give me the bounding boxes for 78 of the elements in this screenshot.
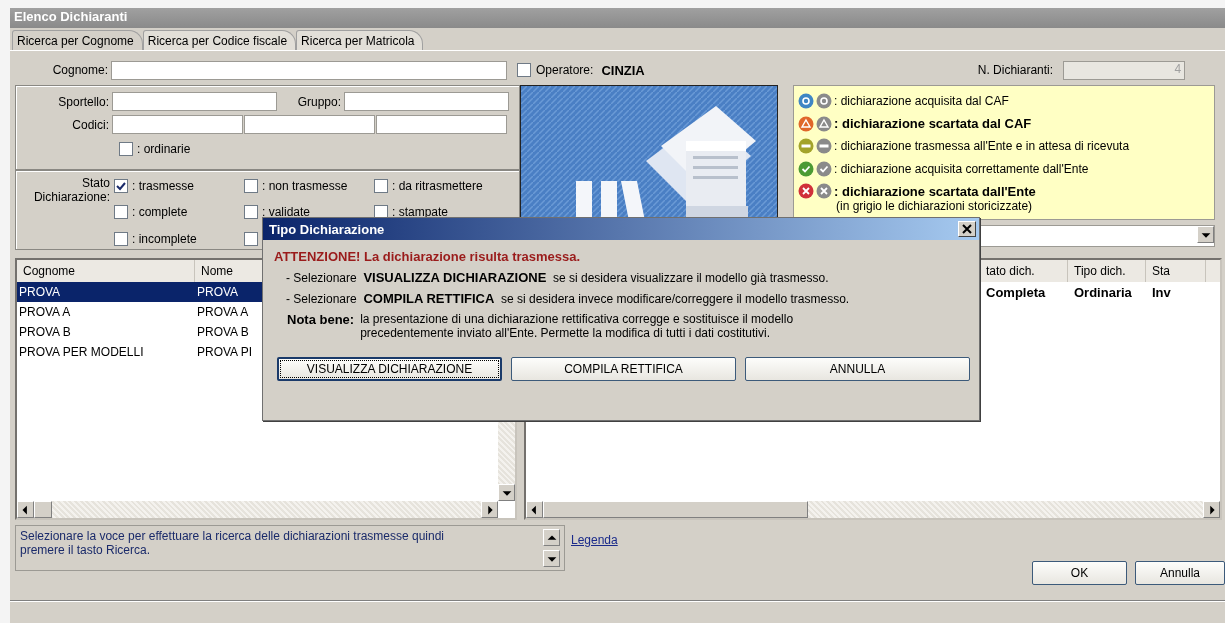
field-label: Gruppo: — [296, 94, 342, 109]
scroll-down-button[interactable] — [498, 484, 515, 501]
horizontal-scrollbar[interactable] — [526, 501, 1220, 518]
dropdown-button[interactable] — [1197, 226, 1214, 243]
message-text: Selezionare la voce per effettuare la ricerca delle dichiarazioni trasmesse quindi premere il tasto Ricerca. — [20, 529, 445, 559]
checkbox-label: : incomplete — [132, 231, 197, 246]
code-field[interactable] — [244, 115, 375, 134]
note-text: la presentazione di una dichiarazione rettificativa corregge e sostituisce il modello precedentemente inviato all'Ente. Permette la modifica di tutti i dati costitutivi. — [360, 312, 795, 340]
scroll-left-button[interactable] — [17, 501, 34, 518]
field-label: Sportello: — [57, 94, 110, 109]
table-cell-text: Inv — [1151, 284, 1172, 300]
tab[interactable]: Ricerca per Matricola — [296, 30, 424, 50]
checkbox[interactable] — [244, 179, 258, 194]
column-header[interactable]: tato dich. — [984, 260, 1068, 282]
field-label: Codici: — [71, 117, 110, 132]
legend-text: : dichiarazione scartata dal CAF — [834, 116, 1032, 132]
note-label: Nota bene: — [287, 312, 355, 329]
ring-icon — [816, 93, 832, 110]
scroll-left-button[interactable] — [526, 501, 543, 518]
horizontal-scrollbar[interactable] — [17, 501, 498, 518]
scroll-thumb[interactable] — [34, 501, 52, 518]
checkbox[interactable] — [517, 63, 531, 77]
field-label: Stato — [80, 176, 110, 190]
checkbox-label: : stampate — [392, 205, 449, 220]
legend-text: : dichiarazione trasmessa all'Ente e in attesa di ricevuta — [834, 139, 1130, 154]
dialog-title: Tipo Dichiarazione — [269, 221, 385, 237]
field-label: N. Dichiaranti: — [977, 63, 1054, 77]
check-icon — [816, 160, 832, 177]
dots-icon — [816, 138, 832, 155]
checkbox-label: : trasmesse — [132, 179, 194, 194]
table-cell-text: Completa — [985, 284, 1047, 300]
tab[interactable]: Ricerca per Cognome — [12, 30, 143, 50]
checkbox[interactable] — [114, 179, 128, 194]
checkbox[interactable] — [114, 231, 128, 246]
cancel-button[interactable]: Annulla — [1135, 561, 1225, 585]
legend-text: : dichiarazione scartata dall'Ente — [834, 183, 1036, 199]
gruppo-field[interactable] — [344, 92, 509, 111]
window-title: Elenco Dichiaranti — [10, 8, 1225, 28]
column-header[interactable]: Sta — [1146, 260, 1206, 282]
legend-note: (in grigio le dichiarazioni storicizzate) — [836, 198, 1034, 213]
checkbox-label: : da ritrasmettere — [392, 179, 483, 194]
cross-icon — [816, 183, 832, 200]
field-label: Cognome: — [51, 63, 109, 77]
table-cell-text: Ordinaria — [1073, 284, 1133, 300]
checkbox[interactable] — [244, 231, 258, 246]
field-label: Operatore: — [536, 63, 594, 77]
checkbox[interactable] — [374, 179, 388, 194]
cancel-button[interactable]: ANNULLA — [745, 357, 970, 381]
field-label: Dichiarazione: — [32, 190, 110, 204]
edit-button[interactable]: COMPILA RETTIFICA — [511, 357, 736, 381]
tab[interactable]: Ricerca per Codice fiscale — [142, 30, 297, 50]
scroll-up-button[interactable] — [543, 529, 560, 546]
legend-text: : dichiarazione acquisita correttamente dall'Ente — [834, 161, 1089, 176]
column-header[interactable]: Tipo dich. — [1068, 260, 1146, 282]
ok-button[interactable]: OK — [1032, 561, 1127, 585]
scroll-thumb[interactable] — [543, 501, 808, 518]
cognome-field[interactable] — [111, 60, 507, 80]
legend-link[interactable]: Legenda — [571, 533, 618, 549]
close-button[interactable] — [958, 221, 976, 237]
checkbox[interactable] — [119, 142, 133, 156]
count-field: 4 — [1063, 60, 1186, 80]
legend-text: : dichiarazione acquisita dal CAF — [834, 94, 1009, 109]
scroll-right-button[interactable] — [1203, 501, 1220, 518]
scroll-down-button[interactable] — [543, 550, 560, 567]
view-button[interactable]: VISUALIZZA DICHIARAZIONE — [277, 357, 502, 381]
scroll-right-button[interactable] — [481, 501, 498, 518]
checkbox-label: : ordinarie — [137, 142, 191, 156]
code-field[interactable] — [376, 115, 507, 134]
instruction-text: - Selezionare VISUALIZZA DICHIARAZIONE se si desidera visualizzare il modello già trasmesso. — [286, 270, 830, 285]
operator-name: CINZIA — [601, 62, 645, 78]
dialog-heading: ATTENZIONE! La dichiarazione risulta trasmessa. — [274, 249, 582, 264]
checkbox-label: : validate — [262, 205, 311, 220]
checkbox[interactable] — [114, 205, 128, 220]
code-field[interactable] — [112, 115, 243, 134]
sportello-field[interactable] — [112, 92, 277, 111]
checkbox-label: : complete — [132, 205, 188, 220]
checkbox-label: : non trasmesse — [262, 179, 348, 194]
checkbox[interactable] — [244, 205, 258, 220]
